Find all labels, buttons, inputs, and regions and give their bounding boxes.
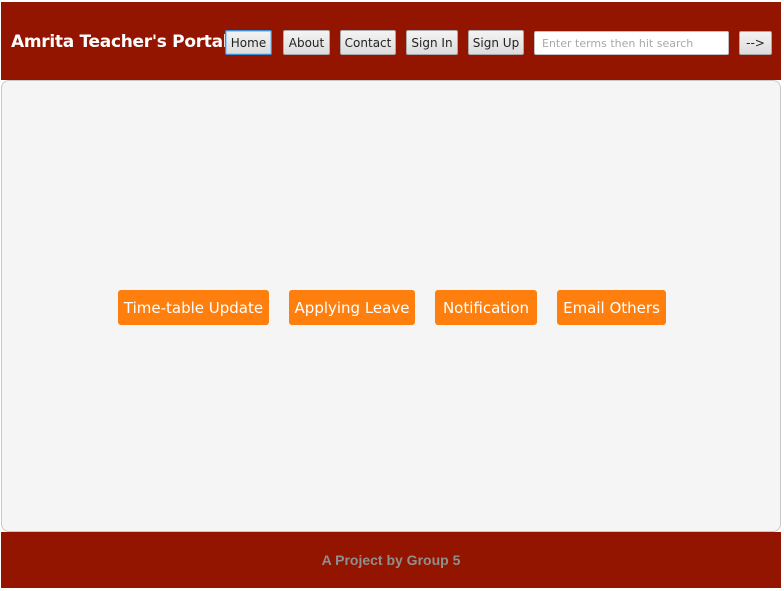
applying-leave-button[interactable]: Applying Leave: [289, 290, 415, 325]
timetable-update-button[interactable]: Time-table Update: [118, 290, 269, 325]
main-content-panel: Time-table Update Applying Leave Notific…: [1, 80, 781, 532]
nav-about-button[interactable]: About: [283, 30, 330, 55]
nav-home-button[interactable]: Home: [225, 30, 272, 55]
nav-contact-button[interactable]: Contact: [340, 30, 396, 55]
footer-credit: A Project by Group 5: [321, 552, 461, 568]
search-input[interactable]: [534, 31, 729, 55]
nav-sign-up-button[interactable]: Sign Up: [468, 30, 524, 55]
notification-button[interactable]: Notification: [435, 290, 537, 325]
site-title: Amrita Teacher's Portal: [11, 32, 229, 52]
email-others-button[interactable]: Email Others: [557, 290, 666, 325]
footer-bar: A Project by Group 5: [1, 532, 781, 588]
search-submit-button[interactable]: -->: [739, 31, 772, 55]
nav-sign-in-button[interactable]: Sign In: [406, 30, 458, 55]
header-bar: Amrita Teacher's Portal Home About Conta…: [1, 2, 781, 80]
page: Amrita Teacher's Portal Home About Conta…: [0, 0, 784, 591]
